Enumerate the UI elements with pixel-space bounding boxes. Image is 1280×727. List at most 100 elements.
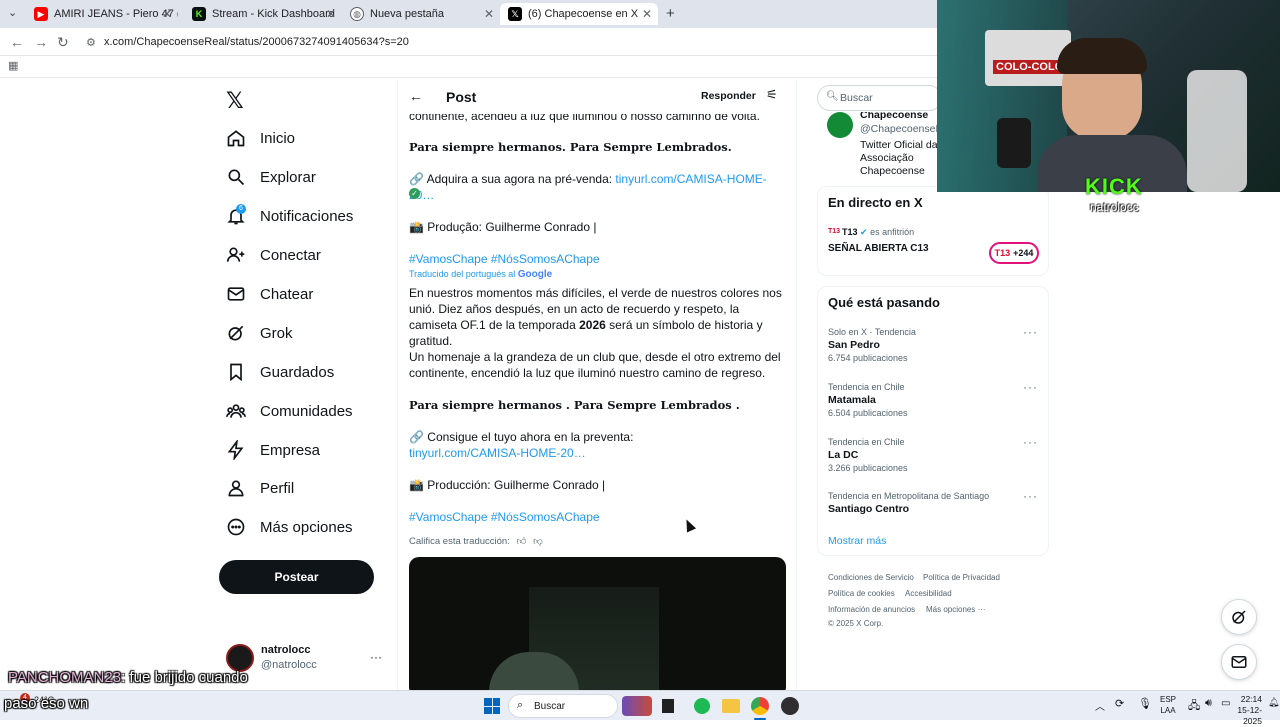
nav-bookmarks[interactable]: Guardados (226, 359, 334, 385)
nav-label: Perfil (260, 479, 295, 497)
translated-hashtags[interactable]: #VamosChape #NósSomosAChape (409, 509, 789, 525)
trend-count: 6.754 publicaciones (828, 353, 908, 363)
spotify-icon[interactable] (694, 698, 710, 714)
translated-paragraph-1: En nuestros momentos más difíciles, el v… (409, 285, 789, 349)
trend-item[interactable]: Tendencia en Chile Matamala 6.504 public… (828, 382, 908, 418)
original-hashtags[interactable]: #VamosChape #NósSomosAChape (409, 251, 789, 267)
footer-link[interactable]: Accesibilidad (905, 589, 952, 598)
site-info-icon[interactable]: ⚙ (86, 36, 96, 49)
reply-button[interactable]: Responder (689, 86, 768, 106)
language-indicator[interactable]: ESP LAA (1160, 694, 1176, 716)
forward-icon[interactable]: → (34, 34, 48, 50)
tab-kick[interactable]: K Stream - Kick Dashboard ✕ (184, 3, 342, 25)
search-box[interactable]: 🔍︎ Buscar (817, 85, 942, 111)
nav-business[interactable]: Empresa (226, 437, 320, 463)
back-icon[interactable]: ← (10, 34, 24, 50)
trend-item[interactable]: Solo en X · Tendencia San Pedro 6.754 pu… (828, 327, 916, 363)
tray-overflow-icon[interactable]: ︿ (1095, 698, 1105, 713)
more-icon[interactable]: ··· (370, 650, 382, 664)
trend-item[interactable]: Tendencia en Metropolitana de Santiago S… (828, 491, 989, 515)
show-more-link[interactable]: Mostrar más (828, 535, 886, 547)
nav-communities[interactable]: Comunidades (226, 398, 353, 424)
footer-link[interactable]: Política de Privacidad (923, 573, 1000, 582)
more-icon[interactable]: ··· (1023, 325, 1038, 339)
task-view-icon[interactable] (662, 699, 674, 713)
communities-icon (226, 404, 246, 418)
volume-icon[interactable]: 🔊︎ (1205, 697, 1212, 710)
obs-icon[interactable] (781, 697, 799, 715)
x-logo-icon[interactable]: 𝕏 (226, 88, 244, 114)
trend-context: Tendencia en Metropolitana de Santiago (828, 491, 990, 501)
trends-card: Qué está pasando Solo en X · Tendencia S… (817, 286, 1049, 556)
original-motto: Para siempre hermanos. Para Sempre Lembr… (409, 140, 732, 154)
more-icon[interactable]: ··· (1023, 435, 1038, 449)
footer-link[interactable]: Condiciones de Servicio (828, 573, 914, 582)
nav-grok[interactable]: Grok (226, 320, 293, 346)
microphone (997, 118, 1031, 168)
more-icon[interactable]: ··· (1023, 380, 1038, 394)
microphone-icon[interactable]: 🎙︎ (1138, 697, 1152, 710)
new-tab-icon[interactable]: + (666, 5, 675, 22)
trend-context: Tendencia en Chile (828, 382, 905, 392)
account-switcher[interactable]: natrolocc @natrolocc ··· (226, 644, 386, 674)
search-icon (228, 169, 245, 186)
close-icon[interactable]: ✕ (484, 7, 494, 21)
close-icon[interactable]: ✕ (326, 7, 336, 21)
thumbs-down-icon[interactable]: 👎︎ (533, 536, 543, 547)
nav-label: Chatear (260, 285, 314, 303)
clock-date: 15-12-2025 (1237, 705, 1262, 726)
notifications-icon[interactable]: 🔔︎ (1268, 697, 1279, 708)
game-app-icon[interactable] (622, 696, 652, 716)
back-arrow-icon[interactable]: ← (409, 88, 423, 104)
taskbar-search[interactable]: ⌕ Buscar (508, 694, 618, 718)
nav-label: Inicio (260, 129, 296, 147)
tab-title: (6) Chapecoense en X: "Nos no (528, 8, 638, 20)
footer-link[interactable]: Más opciones ··· (926, 605, 986, 614)
translated-motto: Para siempre hermanos . Para Sempre Lemb… (409, 398, 740, 412)
nav-label: Grok (260, 324, 293, 342)
post-button[interactable]: Postear (219, 560, 374, 594)
tab-new[interactable]: ◍ Nueva pestaña ✕ (342, 3, 500, 25)
more-icon[interactable]: ··· (1023, 489, 1038, 503)
trend-item[interactable]: Tendencia en Chile La DC 3.266 publicaci… (828, 437, 908, 473)
messages-float-button[interactable] (1221, 644, 1257, 680)
footer-link[interactable]: Información de anuncios (828, 605, 915, 614)
close-icon[interactable]: ✕ (642, 7, 652, 21)
file-explorer-icon[interactable] (722, 699, 740, 713)
apps-grid-icon[interactable]: ▦ (8, 59, 18, 72)
webcam-overlay: COLO-COLO (937, 0, 1280, 192)
windows-start-icon[interactable] (484, 698, 500, 714)
reload-icon[interactable]: ↻ (57, 34, 69, 51)
filter-icon[interactable]: ⚟ (766, 87, 778, 103)
network-icon[interactable]: 🖧︎ (1188, 697, 1200, 716)
nav-home[interactable]: Inicio (226, 125, 295, 151)
post-video[interactable] (409, 557, 786, 690)
nav-explore[interactable]: Explorar (226, 164, 316, 190)
url-field[interactable]: x.com/ChapecoenseReal/status/20006732740… (104, 36, 409, 48)
footer-link[interactable]: Política de cookies (828, 589, 895, 598)
tab-list-chevron-icon[interactable]: ⌄ (8, 6, 17, 19)
tab-x-post[interactable]: 𝕏 (6) Chapecoense en X: "Nos no ✕ (500, 3, 658, 25)
nav-profile[interactable]: Perfil (226, 475, 294, 501)
clock[interactable]: 22:14 15-12-2025 (1220, 694, 1262, 727)
clock-time: 22:14 (1240, 694, 1262, 704)
trend-name: Santiago Centro (828, 503, 910, 515)
tab-youtube[interactable]: ▶ AMIRI JEANS - Piero 47 (Video ✕ (26, 3, 178, 25)
profile-card[interactable]: Chapecoense @ChapecoenseR Twitter Oficia… (817, 112, 937, 176)
nav-label: Conectar (260, 246, 321, 264)
grok-float-button[interactable] (1221, 599, 1257, 635)
nav-more[interactable]: Más opciones (226, 514, 353, 540)
nav-connect[interactable]: Conectar (226, 242, 321, 268)
tray-app-icon[interactable]: ⟳ (1115, 697, 1124, 710)
trend-name: San Pedro (828, 339, 880, 351)
chrome-icon[interactable] (751, 697, 769, 715)
live-show[interactable]: SEÑAL ABIERTA C13 (828, 243, 929, 254)
live-title: En directo en X (828, 195, 923, 210)
translated-link[interactable]: tinyurl.com/CAMISA-HOME-20… (409, 445, 789, 461)
close-icon[interactable]: ✕ (162, 7, 172, 21)
youtube-icon: ▶ (34, 7, 48, 21)
thumbs-up-icon[interactable]: 👍︎ (517, 536, 527, 547)
more-circle-icon (227, 518, 245, 536)
nav-chat[interactable]: Chatear (226, 281, 313, 307)
listener-count[interactable]: T13 +244 (989, 242, 1039, 264)
